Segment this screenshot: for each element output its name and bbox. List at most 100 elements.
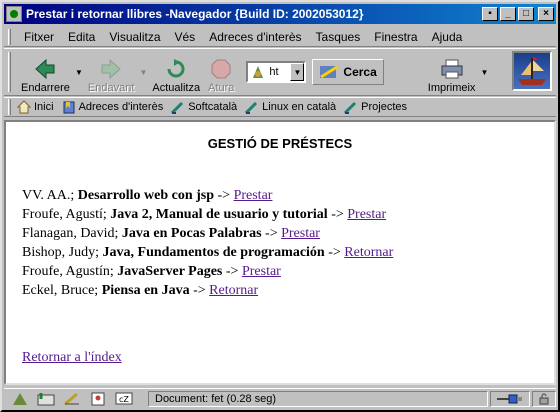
arrow-text: -> [331, 207, 344, 222]
window-title: Prestar i retornar llibres -Navegador {B… [26, 7, 364, 21]
list-item: Flanagan, David; Java en Pocas Palabras … [22, 224, 393, 243]
bookmarks-icon [63, 101, 75, 114]
link-home[interactable]: Inici [17, 100, 54, 114]
close-button[interactable]: × [538, 7, 554, 21]
link-softcatala-label: Softcatalà [188, 101, 238, 113]
back-button[interactable]: Endarrere [17, 50, 74, 94]
link-bookmarks-label: Adreces d'interès [78, 101, 164, 113]
status-text: Document: fet (0.28 seg) [148, 390, 488, 407]
menu-ajuda[interactable]: Ajuda [425, 30, 470, 44]
svg-text:cZ: cZ [119, 395, 129, 404]
menu-ves[interactable]: Vés [168, 30, 203, 44]
forward-dropdown-icon: ▼ [139, 67, 148, 77]
back-to-index-link[interactable]: Retornar a l'índex [22, 350, 122, 366]
book-title: Java, Fundamentos de programación [102, 245, 325, 260]
arrow-text: -> [265, 226, 278, 241]
arrow-text: -> [193, 283, 206, 298]
list-item: VV. AA.; Desarrollo web con jsp -> Prest… [22, 186, 393, 205]
menu-adreces[interactable]: Adreces d'interès [202, 30, 308, 44]
title-bar[interactable]: Prestar i retornar llibres -Navegador {B… [4, 4, 556, 24]
lend-link[interactable]: Prestar [281, 226, 320, 241]
book-author: Flanagan, David; [22, 226, 119, 241]
list-item: Froufe, Agustí; Java 2, Manual de usuari… [22, 205, 393, 224]
back-dropdown-icon[interactable]: ▼ [74, 50, 84, 94]
home-icon [17, 100, 31, 114]
online-status-icon[interactable] [490, 390, 530, 407]
print-button[interactable]: Imprimeix [424, 50, 480, 94]
menu-bar: Fitxer Edita Visualitza Vés Adreces d'in… [4, 27, 556, 47]
book-author: Froufe, Agustí; [22, 207, 107, 222]
toolbar-grip[interactable] [8, 52, 11, 92]
list-item: Froufe, Agustín; JavaServer Pages -> Pre… [22, 262, 393, 281]
security-lock-icon[interactable] [532, 390, 556, 407]
bookmark-link-icon [171, 101, 184, 114]
lend-link[interactable]: Prestar [242, 264, 281, 279]
book-author: Bishop, Judy; [22, 245, 100, 260]
link-softcatala[interactable]: Softcatalà [171, 100, 237, 114]
search-button[interactable]: Cerca [312, 59, 384, 85]
page-content: GESTIÓ DE PRÉSTECS VV. AA.; Desarrollo w… [4, 120, 556, 385]
book-author: Froufe, Agustín; [22, 264, 114, 279]
reload-icon [164, 58, 188, 80]
lend-link[interactable]: Prestar [347, 207, 386, 222]
help-button[interactable]: ▪ [482, 7, 498, 21]
link-linux-label: Linux en català [262, 101, 337, 113]
irc-chat-icon[interactable]: cZ [114, 392, 134, 406]
return-link[interactable]: Retornar [344, 245, 393, 260]
book-title: Java en Pocas Palabras [121, 226, 262, 241]
arrow-text: -> [217, 188, 231, 203]
menu-visualitza[interactable]: Visualitza [102, 30, 167, 44]
menu-finestra[interactable]: Finestra [367, 30, 424, 44]
list-item: Bishop, Judy; Java, Fundamentos de progr… [22, 243, 393, 262]
book-title: JavaServer Pages [117, 264, 223, 279]
forward-button: Endavant [84, 50, 138, 94]
book-title: Piensa en Java [101, 283, 190, 298]
composer-icon[interactable] [62, 392, 82, 406]
back-arrow-icon [33, 58, 57, 80]
menu-tasques[interactable]: Tasques [309, 30, 368, 44]
link-home-label: Inici [34, 101, 54, 113]
arrow-text: -> [328, 245, 341, 260]
print-label: Imprimeix [427, 82, 476, 94]
menu-grip[interactable] [8, 28, 11, 45]
url-input[interactable]: ht ▼ [246, 61, 307, 83]
stop-label: Atura [208, 82, 235, 94]
link-linux[interactable]: Linux en català [245, 100, 336, 114]
navigation-toolbar: Endarrere ▼ Endavant ▼ Actualitza Atura … [4, 48, 556, 96]
return-link[interactable]: Retornar [209, 283, 258, 298]
link-projectes[interactable]: Projectes [344, 100, 407, 114]
status-bar: cZ Document: fet (0.28 seg) [4, 388, 556, 408]
app-icon[interactable] [6, 6, 22, 22]
url-dropdown-icon[interactable]: ▼ [290, 63, 305, 81]
book-title: Java 2, Manual de usuario y tutorial [110, 207, 328, 222]
url-value[interactable]: ht [269, 66, 290, 78]
mail-icon[interactable] [36, 392, 56, 406]
reload-button[interactable]: Actualitza [148, 50, 204, 94]
search-label: Cerca [343, 65, 377, 79]
maximize-button[interactable]: □ [518, 7, 534, 21]
reload-label: Actualitza [152, 82, 201, 94]
bookmark-link-icon [245, 101, 258, 114]
book-author: VV. AA.; [22, 188, 75, 203]
stop-button: Atura [204, 50, 238, 94]
menu-fitxer[interactable]: Fitxer [17, 30, 61, 44]
stop-icon [209, 58, 233, 80]
links-grip[interactable] [8, 99, 11, 115]
lend-link[interactable]: Prestar [234, 188, 273, 203]
personal-toolbar: Inici Adreces d'interès Softcatalà Linux… [4, 97, 556, 117]
print-dropdown-icon[interactable]: ▼ [479, 50, 489, 94]
search-icon [320, 65, 339, 79]
navigator-icon[interactable] [10, 392, 30, 406]
browser-window: Prestar i retornar llibres -Navegador {B… [0, 0, 560, 412]
browser-logo[interactable] [512, 51, 552, 91]
forward-arrow-icon [99, 58, 123, 80]
list-item: Eckel, Bruce; Piensa en Java -> Retornar [22, 281, 393, 300]
page-proxy-icon[interactable] [250, 64, 266, 80]
minimize-button[interactable]: _ [500, 7, 516, 21]
bookmark-link-icon [344, 101, 357, 114]
page-title: GESTIÓ DE PRÉSTECS [207, 136, 353, 151]
link-bookmarks[interactable]: Adreces d'interès [62, 100, 164, 114]
address-book-icon[interactable] [88, 392, 108, 406]
book-list: VV. AA.; Desarrollo web con jsp -> Prest… [22, 186, 393, 300]
menu-edita[interactable]: Edita [61, 30, 102, 44]
